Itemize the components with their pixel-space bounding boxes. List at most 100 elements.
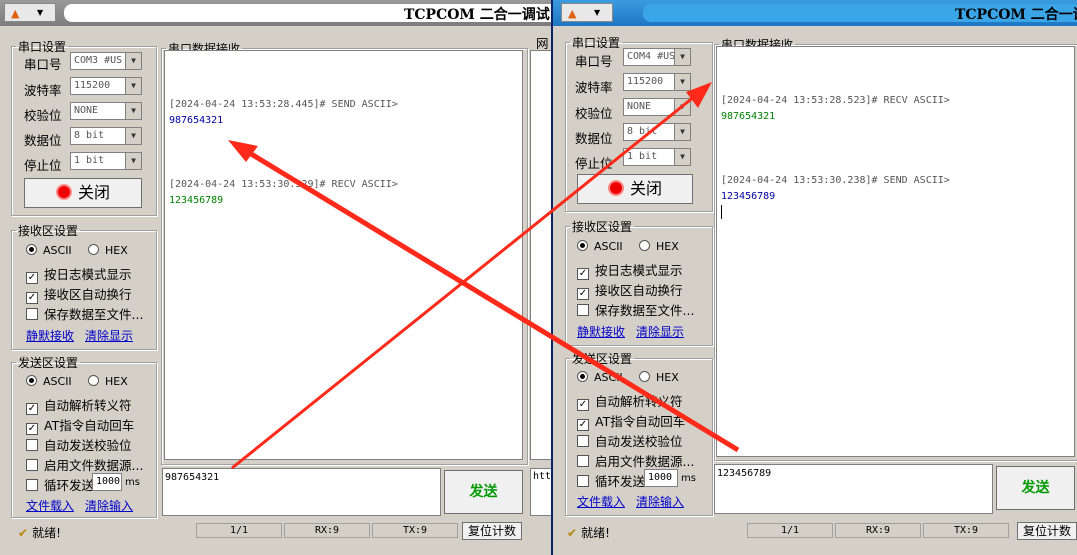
- log-mode-checkbox[interactable]: ✓ 按日志模式显示: [577, 260, 683, 280]
- tx-counter: TX:9: [372, 523, 458, 538]
- receive-log-area[interactable]: [2024-04-24 13:53:28.445]# SEND ASCII> 98…: [164, 50, 523, 460]
- radio-on-icon: [26, 244, 37, 255]
- baud-value: 115200: [627, 76, 664, 87]
- close-port-label: 关闭: [629, 179, 662, 198]
- status-bar: ✔ 就绪! 1/1 RX:9 TX:9 复位计数: [553, 518, 1077, 540]
- chevron-down-icon[interactable]: ▼: [674, 99, 690, 115]
- status-light-icon: [607, 180, 624, 196]
- app-menu-button[interactable]: ▲ ▼: [4, 3, 56, 22]
- chevron-down-icon[interactable]: ▼: [674, 74, 690, 90]
- radio-on-icon: [577, 240, 588, 251]
- recv-ascii-radio[interactable]: ASCII: [26, 244, 72, 257]
- chevron-down-icon[interactable]: ▼: [125, 53, 141, 69]
- auto-wrap-checkbox[interactable]: ✓ 接收区自动换行: [577, 280, 683, 300]
- file-source-checkbox[interactable]: 启用文件数据源...: [26, 455, 143, 474]
- silent-receive-link[interactable]: 静默接收: [26, 327, 74, 344]
- loop-interval-input[interactable]: 1000: [644, 469, 678, 487]
- databits-select[interactable]: 8 bit ▼: [70, 127, 142, 145]
- escape-parse-checkbox[interactable]: ✓ 自动解析转义符: [26, 395, 132, 415]
- chevron-down-icon[interactable]: ▼: [125, 78, 141, 94]
- stopbits-select[interactable]: 1 bit ▼: [70, 152, 142, 170]
- checkbox-label: 自动发送校验位: [44, 438, 132, 453]
- loop-send-checkbox[interactable]: 循环发送: [26, 475, 94, 494]
- reset-count-button[interactable]: 复位计数: [1017, 522, 1077, 540]
- file-source-checkbox[interactable]: 启用文件数据源...: [577, 451, 694, 470]
- save-to-file-checkbox[interactable]: 保存数据至文件...: [26, 304, 143, 323]
- baud-select[interactable]: 115200 ▼: [623, 73, 691, 91]
- send-input[interactable]: 123456789: [714, 464, 993, 514]
- close-port-button[interactable]: 关闭: [577, 174, 693, 204]
- app-menu-button[interactable]: ▲ ▼: [561, 3, 613, 22]
- log-timestamp: [2024-04-24 13:53:28.445]# SEND ASCII>: [169, 99, 398, 110]
- auto-wrap-checkbox[interactable]: ✓ 接收区自动换行: [26, 284, 132, 304]
- chevron-down-icon[interactable]: ▼: [125, 153, 141, 169]
- interval-unit: ms: [125, 477, 140, 488]
- radio-label: HEX: [105, 375, 128, 388]
- databits-select[interactable]: 8 bit ▼: [623, 123, 691, 141]
- stopbits-select[interactable]: 1 bit ▼: [623, 148, 691, 166]
- send-button[interactable]: 发送: [996, 466, 1075, 510]
- empty-checkbox-icon: [577, 475, 589, 487]
- send-button[interactable]: 发送: [444, 470, 523, 514]
- baud-label: 波特率: [575, 80, 613, 95]
- load-file-link[interactable]: 文件载入: [577, 493, 625, 510]
- recv-hex-radio[interactable]: HEX: [88, 244, 128, 257]
- empty-checkbox-icon: [26, 479, 38, 491]
- clear-input-link[interactable]: 清除输入: [636, 493, 684, 510]
- at-auto-cr-checkbox[interactable]: ✓ AT指令自动回车: [26, 415, 134, 435]
- clear-display-link[interactable]: 清除显示: [636, 323, 684, 340]
- group-title: 接收区设置: [572, 220, 633, 234]
- send-ascii-radio[interactable]: ASCII: [26, 375, 72, 388]
- chevron-down-icon[interactable]: ▼: [674, 124, 690, 140]
- status-light-icon: [55, 184, 72, 200]
- reset-count-button[interactable]: 复位计数: [462, 522, 522, 540]
- parity-value: NONE: [74, 105, 99, 116]
- auto-checksum-checkbox[interactable]: 自动发送校验位: [26, 435, 132, 454]
- parity-select[interactable]: NONE ▼: [70, 102, 142, 120]
- recv-ascii-radio[interactable]: ASCII: [577, 240, 623, 253]
- stopbits-label: 停止位: [575, 156, 613, 171]
- group-title: 接收区设置: [18, 224, 79, 238]
- checkmark-icon: ✓: [577, 268, 589, 280]
- group-title: 发送区设置: [18, 356, 79, 370]
- at-auto-cr-checkbox[interactable]: ✓ AT指令自动回车: [577, 411, 685, 431]
- port-select[interactable]: COM3 #US ▼: [70, 52, 142, 70]
- loop-send-checkbox[interactable]: 循环发送: [577, 471, 645, 490]
- auto-checksum-checkbox[interactable]: 自动发送校验位: [577, 431, 683, 450]
- baud-label: 波特率: [24, 83, 62, 98]
- baud-select[interactable]: 115200 ▼: [70, 77, 142, 95]
- checkbox-label: 保存数据至文件...: [44, 307, 144, 322]
- recv-hex-radio[interactable]: HEX: [639, 240, 679, 253]
- escape-parse-checkbox[interactable]: ✓ 自动解析转义符: [577, 391, 683, 411]
- chevron-down-icon[interactable]: ▼: [674, 149, 690, 165]
- parity-select[interactable]: NONE ▼: [623, 98, 691, 116]
- port-value: COM3 #US: [74, 55, 123, 66]
- silent-receive-link[interactable]: 静默接收: [577, 323, 625, 340]
- chevron-down-icon[interactable]: ▼: [125, 103, 141, 119]
- close-port-button[interactable]: 关闭: [24, 178, 142, 208]
- tcpcom-window-com3: ▲ ▼ TCPCOM 二合一调试 串口设置 串口号 COM3 #US ▼ 波特率 …: [0, 0, 560, 555]
- close-port-label: 关闭: [77, 183, 110, 202]
- checkbox-label: 自动解析转义符: [595, 394, 683, 409]
- text-cursor: [721, 205, 722, 219]
- clear-input-link[interactable]: 清除输入: [85, 497, 133, 514]
- clear-display-link[interactable]: 清除显示: [85, 327, 133, 344]
- port-label: 串口号: [24, 57, 62, 72]
- radio-off-icon: [88, 375, 99, 386]
- save-to-file-checkbox[interactable]: 保存数据至文件...: [577, 300, 694, 319]
- send-input[interactable]: 987654321: [162, 468, 441, 516]
- loop-interval-input[interactable]: 1000: [92, 473, 122, 491]
- receive-log-area[interactable]: [2024-04-24 13:53:28.523]# RECV ASCII> 98…: [716, 46, 1075, 457]
- log-mode-checkbox[interactable]: ✓ 按日志模式显示: [26, 264, 132, 284]
- send-hex-radio[interactable]: HEX: [639, 371, 679, 384]
- rx-counter: RX:9: [284, 523, 370, 538]
- chevron-down-icon[interactable]: ▼: [125, 128, 141, 144]
- send-hex-radio[interactable]: HEX: [88, 375, 128, 388]
- load-file-link[interactable]: 文件载入: [26, 497, 74, 514]
- port-select[interactable]: COM4 #US ▼: [623, 48, 691, 66]
- send-ascii-radio[interactable]: ASCII: [577, 371, 623, 384]
- checkbox-label: 按日志模式显示: [44, 267, 132, 282]
- chevron-down-icon[interactable]: ▼: [674, 49, 690, 65]
- ready-text: 就绪!: [581, 526, 610, 540]
- tcpcom-window-com4: ▲ ▼ TCPCOM 二合一调试 串口设置 串口号 COM4 #US▼ 波特率 …: [551, 0, 1077, 555]
